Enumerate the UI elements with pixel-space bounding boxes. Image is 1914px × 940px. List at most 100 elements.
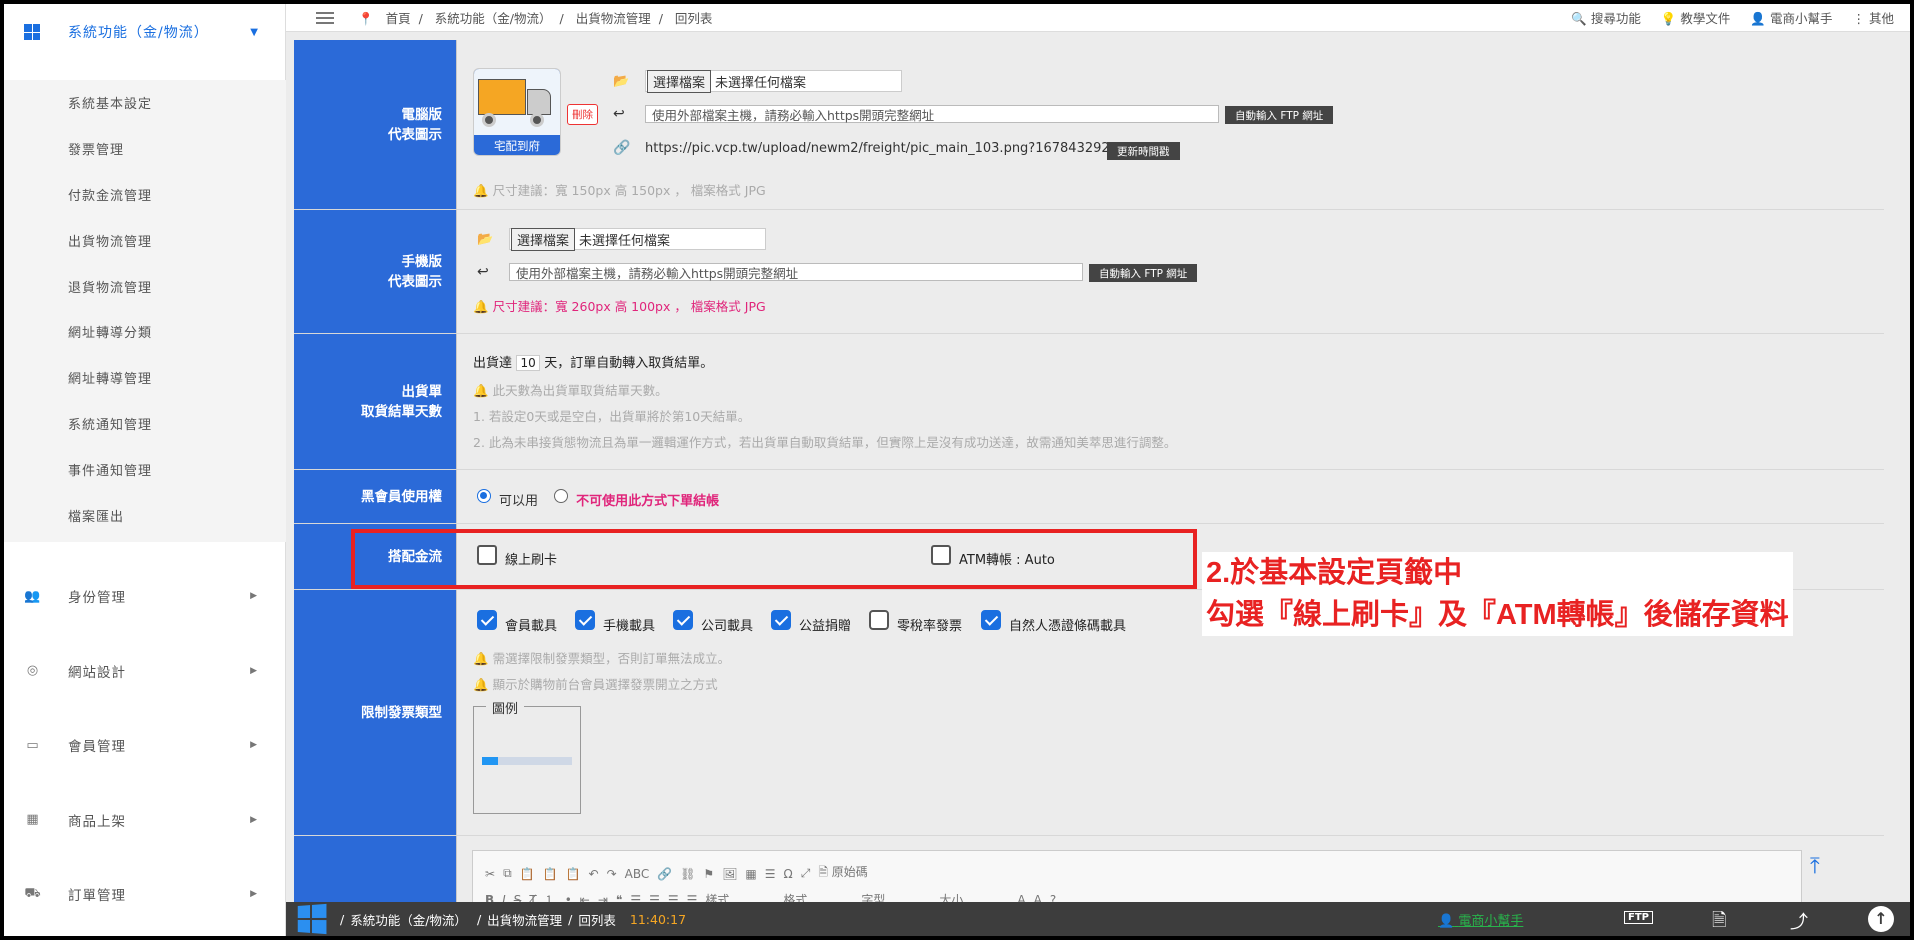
paste-icon[interactable]: 📋 — [520, 867, 535, 881]
caret-right-icon: ▶ — [250, 814, 258, 825]
other-link[interactable]: ⋮ 其他 — [1853, 8, 1895, 27]
windows-logo-icon[interactable] — [297, 903, 327, 935]
sidebar-item-invoice[interactable]: 發票管理 — [4, 126, 286, 172]
sidebar-submenu: 系統基本設定 發票管理 付款金流管理 出貨物流管理 退貨物流管理 網址轉導分類 … — [4, 80, 286, 542]
omega-icon[interactable]: Ω — [784, 867, 793, 881]
desktop-file-picker[interactable]: 📂 選擇檔案 未選擇任何檔案 — [613, 69, 903, 93]
sidebar-item-orders[interactable]: ⛟ 訂單管理 ▶ — [4, 857, 286, 932]
link-icon[interactable]: 🔗 — [657, 867, 672, 881]
unlink-icon[interactable]: ⛓ — [680, 867, 695, 881]
bottom-path-system[interactable]: 系統功能（金/物流） — [350, 910, 467, 929]
row-mobile-image: 手機版 代表圖示 📂 選擇檔案 未選擇任何檔案 ↩ 使用外部檔案主機，請務必輸入h… — [294, 210, 1884, 334]
refresh-timestamp-button[interactable]: 更新時間戳 — [1107, 142, 1180, 160]
reply-icon: ↩ — [477, 264, 489, 280]
spellcheck-icon[interactable]: ABC — [625, 867, 650, 881]
delete-image-button[interactable]: 刪除 — [567, 104, 598, 125]
windows-icon — [24, 24, 40, 40]
folder-open-icon: 📂 — [613, 73, 630, 89]
helper-link[interactable]: 👤 電商小幫手 — [1750, 8, 1832, 27]
bell-icon: 🔔 — [473, 383, 489, 398]
docs-link[interactable]: 💡 教學文件 — [1661, 8, 1731, 27]
auto-ftp-button[interactable]: 自動輸入 FTP 網址 — [1225, 106, 1334, 124]
sidebar-item-label: 身份管理 — [68, 590, 126, 607]
radio-allow[interactable]: 可以用 — [477, 489, 538, 509]
external-url-input[interactable]: 使用外部檔案主機，請務必輸入https開頭完整網址 — [509, 263, 1083, 281]
pickup-days-note-2: 2. 此為未串接貨態物流且為單一邏輯運作方式，若出貨單自動取貨結單，但實際上是沒… — [473, 435, 1177, 450]
lightbulb-icon: 💡 — [1660, 11, 1677, 26]
sidebar-item-label: 會員管理 — [68, 739, 126, 756]
redo-icon[interactable]: ↷ — [607, 867, 617, 881]
caret-right-icon: ▶ — [250, 740, 258, 751]
image-icon[interactable]: 🖼 — [722, 867, 737, 881]
copy-icon[interactable]: ⧉ — [503, 866, 512, 881]
blacklist-options: 可以用 不可使用此方式下單結帳 — [477, 489, 719, 509]
maximize-icon[interactable]: ⤢ — [801, 866, 811, 881]
sidebar-item-return[interactable]: 退貨物流管理 — [4, 263, 286, 309]
sidebar-item-web-design[interactable]: ◎ 網站設計 ▶ — [4, 634, 286, 709]
upload-icon[interactable]: ⤒ — [1810, 854, 1820, 879]
caret-down-icon: ▼ — [250, 26, 259, 38]
sidebar-item-export[interactable]: 檔案匯出 — [4, 492, 286, 538]
boxes-icon: ▦ — [26, 812, 40, 828]
breadcrumb-shipping[interactable]: 出貨物流管理 — [576, 11, 651, 26]
breadcrumb-system[interactable]: 系統功能（金/物流） — [435, 11, 552, 26]
bottom-path-shipping[interactable]: 出貨物流管理 — [487, 910, 562, 929]
invoice-option-donation[interactable]: 公益捐贈 — [771, 610, 851, 634]
sidebar-item-basic-settings[interactable]: 系統基本設定 — [4, 80, 286, 126]
choose-file-button[interactable]: 選擇檔案 — [647, 69, 712, 93]
invoice-option-zero-tax[interactable]: 零稅率發票 — [869, 610, 962, 634]
sidebar-item-system-notify[interactable]: 系統通知管理 — [4, 401, 286, 447]
sidebar-item-redirect[interactable]: 網址轉導管理 — [4, 355, 286, 401]
desktop-external-url: ↩ 使用外部檔案主機，請務必輸入https開頭完整網址 — [613, 105, 1219, 123]
breadcrumb-back-to-list[interactable]: 回列表 — [675, 11, 713, 26]
scroll-top-icon[interactable]: ↑ — [1868, 906, 1894, 932]
row-blacklist: 黑會員使用權 可以用 不可使用此方式下單結帳 — [294, 470, 1884, 524]
document-icon[interactable]: 🗎 — [1712, 908, 1726, 936]
radio-deny[interactable]: 不可使用此方式下單結帳 — [554, 489, 719, 509]
menu-toggle-icon[interactable] — [316, 9, 334, 27]
paste-text-icon[interactable]: 📋 — [543, 867, 558, 881]
row-desktop-image: 電腦版 代表圖示 宅配到府 刪除 📂 選擇檔案 未選擇任何檔案 ↩ 使用外部檔案主… — [294, 40, 1884, 210]
editor-toolbar-row-1: ✂ ⧉ 📋 📋 📋 ↶ ↷ ABC 🔗 ⛓ ⚑ 🖼 ▦ ☰ Ω ⤢ 🗎 原始碼 — [485, 863, 868, 884]
sidebar-item-members[interactable]: ▭ 會員管理 ▶ — [4, 708, 286, 783]
invoice-option-citizen[interactable]: 自然人憑證條碼載具 — [981, 610, 1126, 634]
sidebar-item-identity[interactable]: 👥 身份管理 ▶ — [4, 559, 286, 634]
sidebar-item-payment[interactable]: 付款金流管理 — [4, 172, 286, 218]
pickup-days-input[interactable]: 10 — [516, 355, 541, 371]
cut-icon[interactable]: ✂ — [485, 867, 495, 881]
external-url-input[interactable]: 使用外部檔案主機，請務必輸入https開頭完整網址 — [645, 105, 1219, 123]
bottom-path-back[interactable]: 回列表 — [578, 910, 616, 929]
row-label: 電腦版 代表圖示 — [294, 40, 456, 209]
caret-right-icon: ▶ — [250, 889, 258, 900]
table-icon[interactable]: ▦ — [745, 867, 756, 881]
sidebar-item-shipping[interactable]: 出貨物流管理 — [4, 217, 286, 263]
sidebar-section-system[interactable]: 系統功能（金/物流） ▼ — [4, 4, 285, 60]
invoice-option-company[interactable]: 公司載具 — [673, 610, 753, 634]
undo-icon[interactable]: ↶ — [589, 867, 599, 881]
sidebar-item-event-notify[interactable]: 事件通知管理 — [4, 446, 286, 492]
mobile-size-hint: 🔔 尺寸建議：寬 260px 高 100px ， 檔案格式 JPG — [473, 299, 766, 314]
sidebar-item-products[interactable]: ▦ 商品上架 ▶ — [4, 783, 286, 858]
mobile-file-picker[interactable]: 📂 選擇檔案 未選擇任何檔案 — [477, 227, 767, 251]
search-link[interactable]: 🔍 搜尋功能 — [1571, 8, 1641, 27]
reply-icon: ↩ — [613, 106, 625, 122]
app-frame: 系統功能（金/物流） ▼ 系統基本設定 發票管理 付款金流管理 出貨物流管理 退… — [4, 4, 1910, 936]
sidebar-main-menu: 👥 身份管理 ▶ ◎ 網站設計 ▶ ▭ 會員管理 ▶ ▦ 商品上架 ▶ ⛟ 訂單… — [4, 559, 286, 932]
invoice-option-member[interactable]: 會員載具 — [477, 610, 557, 634]
horizontal-rule-icon[interactable]: ☰ — [765, 867, 776, 881]
user-icon: 👤 — [1438, 914, 1455, 929]
caret-right-icon: ▶ — [250, 665, 258, 676]
pickup-days-hint: 🔔 此天數為出貨單取貨結單天數。 — [473, 383, 668, 398]
source-button[interactable]: 🗎 原始碼 — [818, 863, 868, 884]
flag-icon[interactable]: ⚑ — [703, 867, 714, 881]
sidebar-item-redirect-category[interactable]: 網址轉導分類 — [4, 309, 286, 355]
breadcrumb-home[interactable]: 首頁 — [386, 11, 411, 26]
paste-word-icon[interactable]: 📋 — [566, 867, 581, 881]
ftp-button[interactable]: FTP — [1624, 911, 1653, 924]
share-icon[interactable]: ⤴ — [1790, 908, 1808, 934]
auto-ftp-button[interactable]: 自動輸入 FTP 網址 — [1089, 264, 1198, 282]
invoice-option-mobile[interactable]: 手機載具 — [575, 610, 655, 634]
top-right-links: 🔍 搜尋功能 💡 教學文件 👤 電商小幫手 ⋮ 其他 — [1571, 8, 1894, 27]
bottom-helper-link[interactable]: 👤 電商小幫手 — [1438, 910, 1523, 929]
choose-file-button[interactable]: 選擇檔案 — [511, 227, 576, 251]
